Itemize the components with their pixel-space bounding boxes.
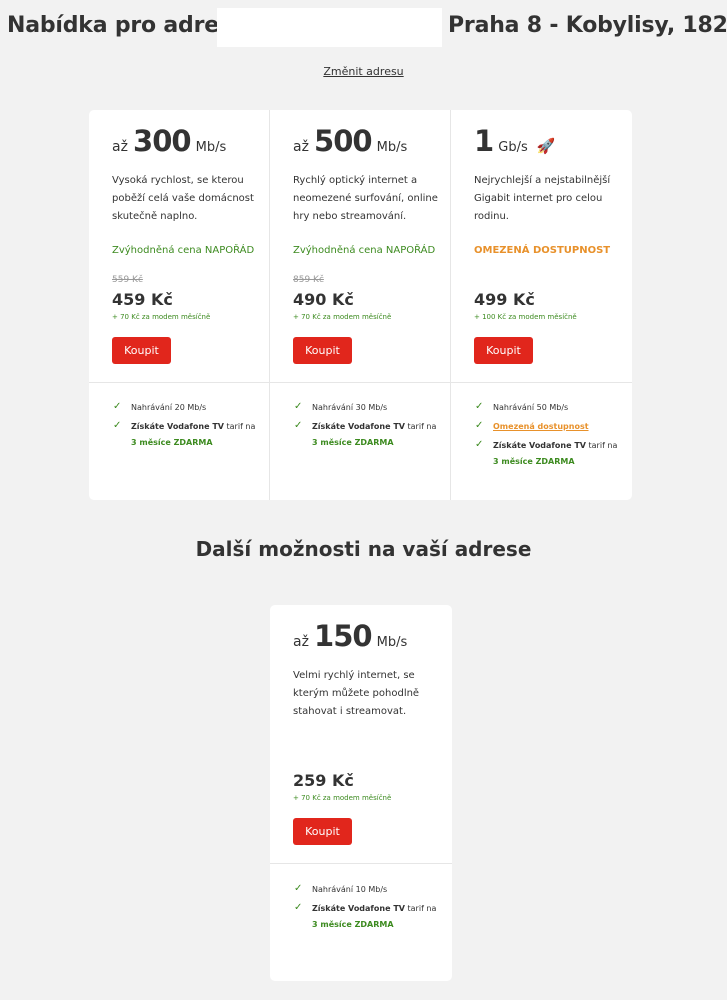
check-icon: ✓ (475, 401, 484, 412)
offer-card-150: až 150 Mb/s Velmi rychlý internet, se kt… (270, 605, 452, 981)
speed-heading: až 300 Mb/s (112, 124, 226, 158)
check-icon: ✓ (475, 420, 484, 431)
offer-description: Rychlý optický internet a neomezené surf… (293, 175, 438, 222)
speed-prefix: až (293, 139, 309, 155)
location-label: Praha 8 - Kobylisy, 18200 (448, 13, 727, 38)
speed-value: 500 (314, 124, 373, 158)
speed-unit: Mb/s (376, 140, 408, 155)
feature-item: ✓ Nahrávání 30 Mb/s (294, 400, 444, 416)
feature-item: ✓ Omezená dostupnost (475, 419, 625, 435)
feature-list: ✓ Nahrávání 50 Mb/s ✓ Omezená dostupnost… (475, 400, 625, 473)
offer-card-1gb: 1 Gb/s 🚀 Nejrychlejší a nejstabilnější G… (451, 110, 632, 500)
speed-unit: Mb/s (195, 140, 227, 155)
feature-list: ✓ Nahrávání 30 Mb/s ✓ Získáte Vodafone T… (294, 400, 444, 454)
modem-note: + 70 Kč za modem měsíčně (112, 313, 211, 321)
check-icon: ✓ (294, 883, 303, 894)
change-address-link[interactable]: Změnit adresu (0, 65, 727, 78)
feature-item: ✓ Získáte Vodafone TV tarif na 3 měsíce … (475, 438, 625, 470)
offer-description: Vysoká rychlost, se kterou poběží celá v… (112, 175, 254, 222)
buy-button[interactable]: Koupit (293, 818, 352, 845)
upload-speed: Nahrávání 50 Mb/s (493, 403, 569, 412)
page-header: Nabídka pro adresu Praha 8 - Kobylisy, 1… (0, 0, 727, 60)
feature-item: ✓ Nahrávání 20 Mb/s (113, 400, 263, 416)
buy-button[interactable]: Koupit (112, 337, 171, 364)
speed-prefix: až (112, 139, 128, 155)
check-icon: ✓ (113, 401, 122, 412)
modem-note: + 70 Kč za modem měsíčně (293, 794, 392, 802)
speed-unit: Mb/s (376, 635, 408, 650)
feature-item: ✓ Nahrávání 10 Mb/s (294, 882, 444, 898)
check-icon: ✓ (475, 439, 484, 450)
upload-speed: Nahrávání 10 Mb/s (312, 885, 388, 894)
address-field[interactable] (217, 8, 442, 47)
speed-heading: 1 Gb/s 🚀 (474, 124, 556, 158)
speed-value: 150 (314, 619, 373, 653)
feature-list: ✓ Nahrávání 10 Mb/s ✓ Získáte Vodafone T… (294, 882, 444, 936)
speed-heading: až 500 Mb/s (293, 124, 407, 158)
more-options-title: Další možnosti na vaší adrese (195, 537, 532, 561)
speed-heading: až 150 Mb/s (293, 619, 407, 653)
price: 490 Kč (293, 290, 354, 309)
feature-item: ✓ Získáte Vodafone TV tarif na 3 měsíce … (294, 419, 444, 451)
availability-label: OMEZENÁ DOSTUPNOST (474, 245, 611, 256)
old-price: 559 Kč (112, 275, 143, 285)
old-price: 859 Kč (293, 275, 324, 285)
tv-offer: Získáte Vodafone TV tarif na 3 měsíce ZD… (312, 422, 437, 447)
check-icon: ✓ (294, 401, 303, 412)
buy-button[interactable]: Koupit (474, 337, 533, 364)
price: 459 Kč (112, 290, 173, 309)
speed-value: 300 (133, 124, 192, 158)
offer-description: Velmi rychlý internet, se kterým můžete … (293, 670, 420, 717)
tv-offer: Získáte Vodafone TV tarif na 3 měsíce ZD… (131, 422, 256, 447)
offers-row: až 300 Mb/s Vysoká rychlost, se kterou p… (89, 110, 632, 500)
modem-note: + 70 Kč za modem měsíčně (293, 313, 392, 321)
check-icon: ✓ (113, 420, 122, 431)
tv-offer: Získáte Vodafone TV tarif na 3 měsíce ZD… (493, 441, 618, 466)
speed-prefix: až (293, 634, 309, 650)
speed-unit: Gb/s (498, 140, 528, 155)
price: 259 Kč (293, 771, 354, 790)
check-icon: ✓ (294, 420, 303, 431)
speed-value: 1 (474, 124, 494, 158)
availability-link[interactable]: Omezená dostupnost (493, 419, 589, 435)
feature-item: ✓ Nahrávání 50 Mb/s (475, 400, 625, 416)
price: 499 Kč (474, 290, 535, 309)
feature-item: ✓ Získáte Vodafone TV tarif na 3 měsíce … (113, 419, 263, 451)
offer-card-300: až 300 Mb/s Vysoká rychlost, se kterou p… (89, 110, 270, 500)
buy-button[interactable]: Koupit (293, 337, 352, 364)
upload-speed: Nahrávání 30 Mb/s (312, 403, 388, 412)
feature-item: ✓ Získáte Vodafone TV tarif na 3 měsíce … (294, 901, 444, 933)
modem-note: + 100 Kč za modem měsíčně (474, 313, 577, 321)
tv-offer: Získáte Vodafone TV tarif na 3 měsíce ZD… (312, 904, 437, 929)
page-title: Nabídka pro adresu (7, 13, 248, 38)
offer-description: Nejrychlejší a nejstabilnější Gigabit in… (474, 175, 611, 222)
rocket-icon: 🚀 (536, 137, 556, 155)
promo-label: Zvýhodněná cena NAPOŘÁD (112, 245, 255, 256)
upload-speed: Nahrávání 20 Mb/s (131, 403, 207, 412)
feature-list: ✓ Nahrávání 20 Mb/s ✓ Získáte Vodafone T… (113, 400, 263, 454)
promo-label: Zvýhodněná cena NAPOŘÁD (293, 245, 436, 256)
check-icon: ✓ (294, 902, 303, 913)
offer-card-500: až 500 Mb/s Rychlý optický internet a ne… (270, 110, 451, 500)
